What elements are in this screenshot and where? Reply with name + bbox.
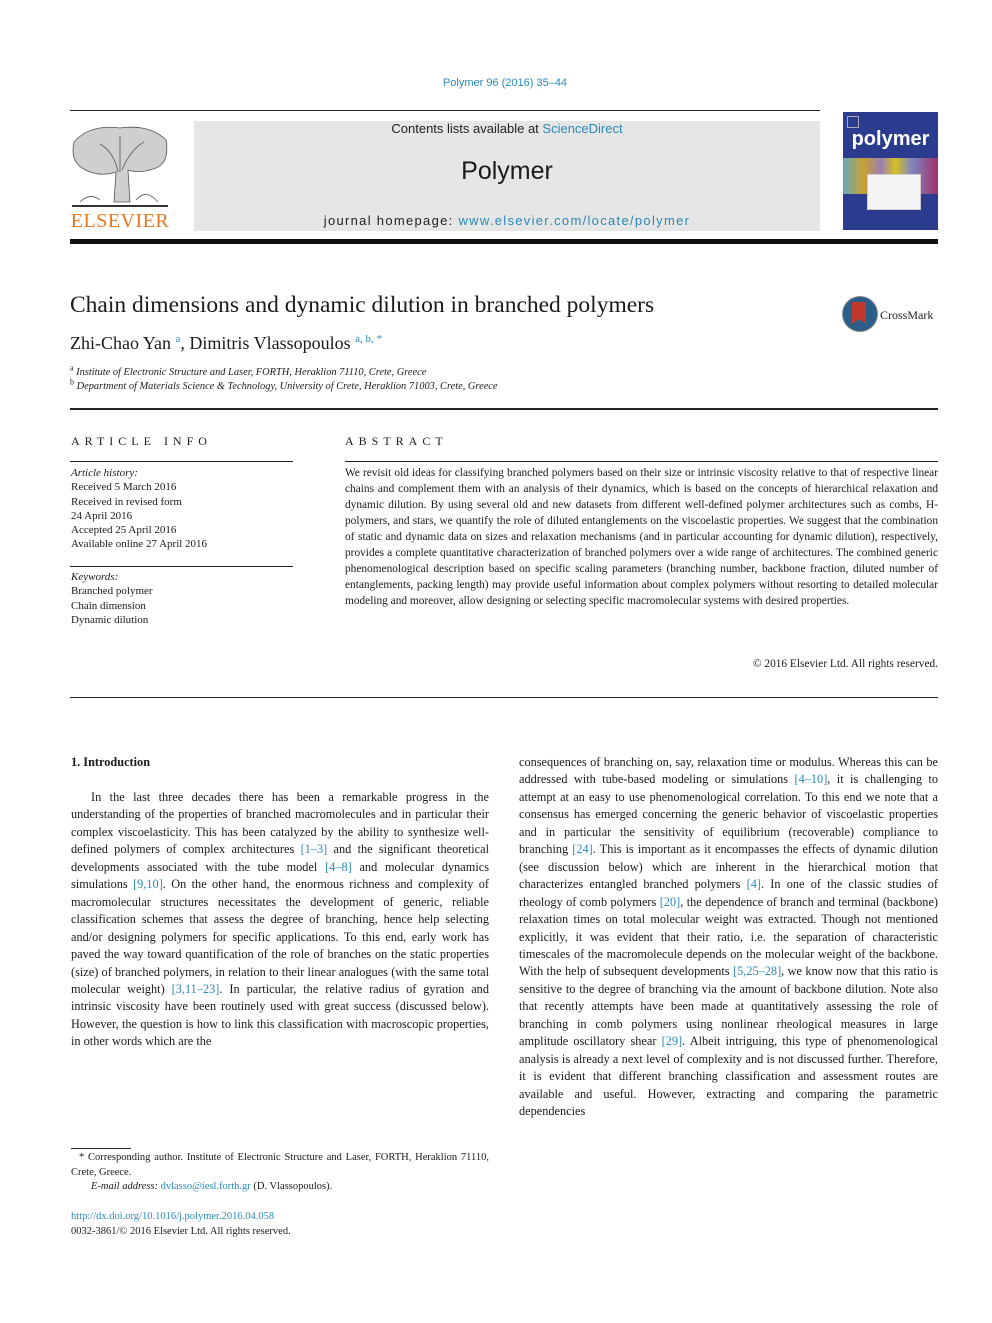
homepage-link[interactable]: www.elsevier.com/locate/polymer [458, 213, 690, 228]
affiliation-mark: b [70, 377, 74, 387]
abstract-copyright: © 2016 Elsevier Ltd. All rights reserved… [752, 658, 938, 670]
email-suffix: (D. Vlassopoulos). [250, 1181, 333, 1192]
abstract-rule [345, 461, 938, 462]
affiliation: b Department of Materials Science & Tech… [70, 377, 498, 392]
affiliation-text: Department of Materials Science & Techno… [76, 381, 498, 392]
citation-link[interactable]: [4–8] [325, 860, 352, 874]
body-column-left: In the last three decades there has been… [71, 789, 489, 1051]
history-item: Received in revised form [71, 495, 182, 508]
header-thick-rule [70, 239, 938, 244]
citation-link[interactable]: [1–3] [301, 842, 328, 856]
sciencedirect-link[interactable]: ScienceDirect [542, 121, 622, 136]
corresponding-author-footnote: * Corresponding author. Institute of Ele… [71, 1151, 489, 1181]
article-info-rule [70, 461, 293, 462]
keyword-item: Branched polymer [71, 585, 153, 598]
cover-emblem-icon [847, 116, 859, 128]
citation-link[interactable]: [24] [572, 842, 593, 856]
elsevier-logo[interactable]: ELSEVIER [70, 118, 170, 232]
article-history: Article history: Received 5 March 2016 R… [71, 466, 207, 552]
affiliation-text: Institute of Electronic Structure and La… [76, 367, 427, 378]
citation-link[interactable]: [3,11–23] [172, 982, 220, 996]
affiliation: a Institute of Electronic Structure and … [70, 363, 427, 378]
homepage-prefix: journal homepage: [323, 213, 459, 228]
journal-homepage: journal homepage: www.elsevier.com/locat… [194, 213, 820, 228]
keywords: Keywords: Branched polymer Chain dimensi… [71, 570, 153, 627]
email-link[interactable]: dvlasso@iesl.forth.gr [161, 1181, 251, 1192]
citation-link[interactable]: [9,10] [133, 877, 163, 891]
footnote-rule [71, 1148, 131, 1149]
citation-link[interactable]: [5,25–28] [733, 964, 781, 978]
contents-line: Contents lists available at ScienceDirec… [194, 121, 820, 136]
history-item: Received 5 March 2016 [71, 481, 177, 494]
crossmark-label: CrossMark [880, 308, 934, 322]
citation-link[interactable]: [4] [747, 877, 761, 891]
cover-figure [867, 174, 921, 210]
keyword-item: Chain dimension [71, 599, 146, 612]
author-name[interactable]: Dimitris Vlassopoulos [189, 333, 350, 353]
section-rule [70, 408, 938, 410]
crossmark-button[interactable]: CrossMark [840, 296, 940, 336]
header-rule [70, 110, 820, 111]
body-text: . On the other hand, the enormous richne… [71, 877, 490, 996]
abstract-bottom-rule [70, 697, 938, 698]
author-name[interactable]: Zhi-Chao Yan [70, 333, 171, 353]
author-affiliation-mark[interactable]: a, b, * [355, 333, 382, 345]
history-item: Available online 27 April 2016 [71, 538, 208, 551]
history-item: Accepted 25 April 2016 [71, 524, 177, 537]
affiliation-mark: a [70, 363, 74, 373]
author-list: Zhi-Chao Yan a, Dimitris Vlassopoulos a,… [70, 333, 382, 354]
journal-masthead: Contents lists available at ScienceDirec… [194, 121, 820, 231]
footnote-text: Corresponding author. Institute of Elect… [71, 1152, 489, 1178]
cover-title: polymer [851, 128, 930, 150]
email-label: E-mail address: [91, 1181, 161, 1192]
doi-link[interactable]: http://dx.doi.org/10.1016/j.polymer.2016… [71, 1211, 274, 1222]
journal-citation-link[interactable]: Polymer 96 (2016) 35–44 [0, 77, 992, 89]
body-column-right: consequences of branching on, say, relax… [519, 754, 938, 1121]
article-info-rule [70, 566, 293, 567]
elsevier-wordmark: ELSEVIER [70, 210, 170, 232]
article-title: Chain dimensions and dynamic dilution in… [70, 292, 655, 318]
article-info-heading: ARTICLE INFO [71, 434, 212, 448]
keywords-label: Keywords: [71, 571, 119, 583]
introduction-heading: 1. Introduction [71, 755, 151, 769]
elsevier-tree-icon [72, 126, 168, 207]
contents-prefix: Contents lists available at [391, 121, 543, 136]
keyword-item: Dynamic dilution [71, 613, 149, 626]
citation-link[interactable]: [20] [660, 895, 681, 909]
abstract-text: We revisit old ideas for classifying bra… [345, 467, 938, 607]
journal-name: Polymer [461, 157, 553, 185]
citation-link[interactable]: [4–10] [795, 772, 828, 786]
history-item: 24 April 2016 [71, 509, 133, 522]
abstract-heading: ABSTRACT [345, 434, 448, 448]
footnote-mark: * [79, 1152, 85, 1163]
journal-cover-image[interactable]: polymer [843, 112, 938, 230]
email-line: E-mail address: dvlasso@iesl.forth.gr (D… [91, 1181, 332, 1192]
citation-link[interactable]: [29] [662, 1034, 683, 1048]
issn-copyright: 0032-3861/© 2016 Elsevier Ltd. All right… [71, 1226, 291, 1237]
history-label: Article history: [71, 467, 138, 479]
